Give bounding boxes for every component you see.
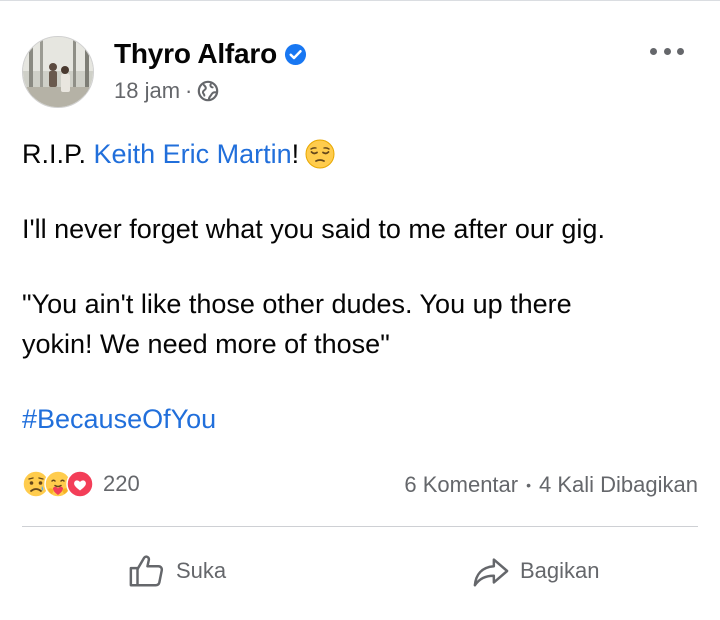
post-meta: 18 jam · xyxy=(114,78,219,104)
verified-badge-icon xyxy=(284,43,307,66)
avatar-photo xyxy=(23,37,93,107)
top-divider xyxy=(0,0,720,1)
post-timestamp[interactable]: 18 jam xyxy=(114,78,180,104)
quote-line-2: yokin! We need more of those" xyxy=(22,329,390,359)
like-label: Suka xyxy=(176,558,227,583)
more-options-icon[interactable] xyxy=(650,40,684,62)
comments-count[interactable]: 6 Komentar xyxy=(404,472,518,498)
quote-line-1: "You ain't like those other dudes. You u… xyxy=(22,289,572,319)
post-line-1: R.I.P. Keith Eric Martin! xyxy=(22,134,702,174)
globe-icon xyxy=(197,80,219,102)
author-row: Thyro Alfaro xyxy=(114,38,307,70)
mention-link[interactable]: Keith Eric Martin xyxy=(94,139,292,169)
stats-bullet: • xyxy=(526,477,532,493)
more-dot xyxy=(650,47,657,55)
post-line-2: I'll never forget what you said to me af… xyxy=(22,214,605,244)
share-button[interactable]: Bagikan xyxy=(472,546,600,596)
post-text: R.I.P. Keith Eric Martin! I'll never for… xyxy=(22,134,702,439)
reaction-count: 220 xyxy=(103,471,140,496)
shares-count[interactable]: 4 Kali Dibagikan xyxy=(539,472,698,498)
exclamation-text: ! xyxy=(291,139,300,169)
meta-separator: · xyxy=(185,78,193,103)
avatar[interactable] xyxy=(22,36,94,108)
hashtag-link[interactable]: #BecauseOfYou xyxy=(22,404,216,434)
more-dot xyxy=(677,47,684,55)
engagement-counts: 6 Komentar • 4 Kali Dibagikan xyxy=(404,472,698,498)
post-actions: Suka Bagikan xyxy=(0,546,720,596)
reactions-summary[interactable]: 220 xyxy=(22,470,140,498)
like-button[interactable]: Suka xyxy=(128,546,226,596)
rip-text: R.I.P. xyxy=(22,139,94,169)
pensive-face-emoji xyxy=(305,139,335,169)
share-arrow-icon xyxy=(472,552,510,590)
post-header: Thyro Alfaro 18 jam · xyxy=(22,36,698,112)
thumbs-up-icon xyxy=(128,552,166,590)
actions-divider xyxy=(22,526,698,527)
post-stats: 220 6 Komentar • 4 Kali Dibagikan xyxy=(22,470,698,502)
more-dot xyxy=(663,47,671,55)
author-name[interactable]: Thyro Alfaro xyxy=(114,38,277,70)
love-reaction-icon xyxy=(66,470,94,498)
share-label: Bagikan xyxy=(520,558,600,583)
